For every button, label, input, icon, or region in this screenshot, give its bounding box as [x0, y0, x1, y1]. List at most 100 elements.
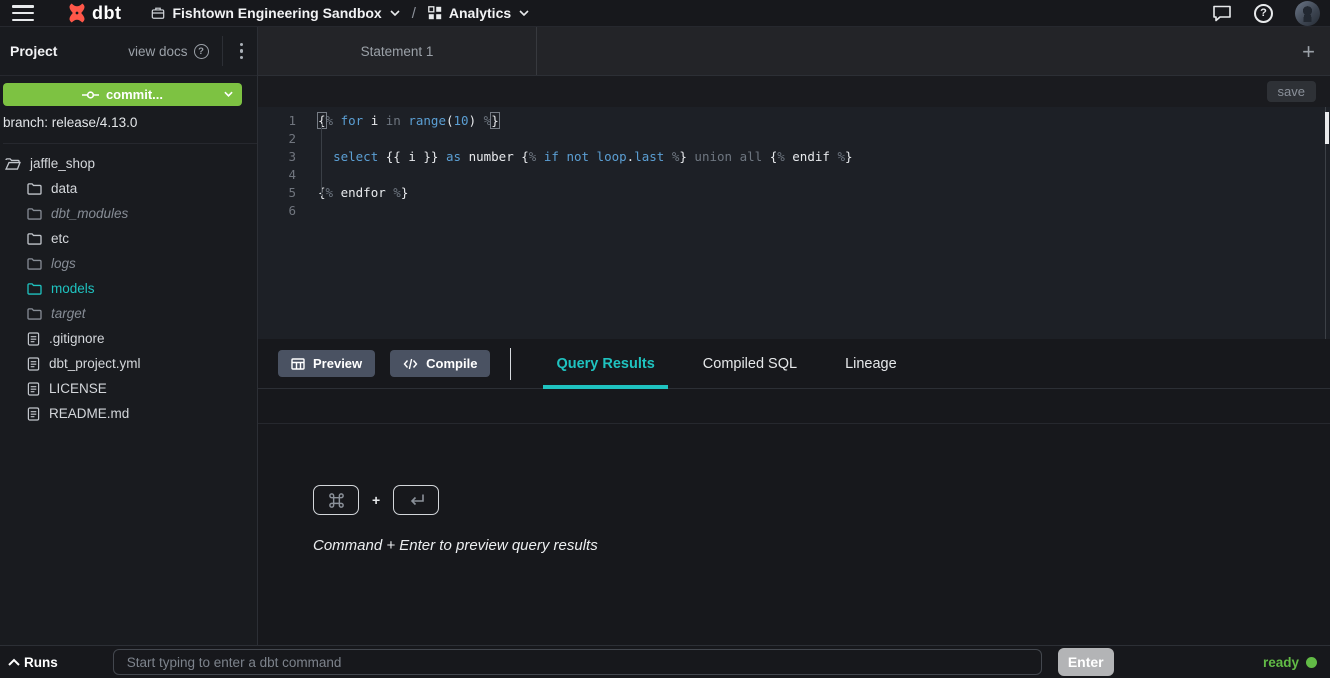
line-number: 2	[258, 130, 296, 148]
folder-icon	[27, 232, 42, 245]
hint-text: Command + Enter to preview query results	[313, 537, 598, 554]
tree-item-readme-md[interactable]: README.md	[0, 401, 257, 426]
code-editor[interactable]: 1{% for i in range(10) %}23 select {{ i …	[258, 107, 1330, 339]
help-icon[interactable]: ?	[1254, 4, 1273, 23]
tree-item-license[interactable]: LICENSE	[0, 376, 257, 401]
logo-wordmark: dbt	[92, 3, 121, 24]
file-icon	[27, 357, 40, 371]
code-line-1[interactable]: 1{% for i in range(10) %}	[258, 112, 1330, 130]
code-text: select {{ i }} as number {% if not loop.…	[296, 148, 853, 166]
line-number: 6	[258, 202, 296, 220]
compile-button[interactable]: Compile	[390, 350, 490, 377]
commit-button[interactable]: commit...	[3, 83, 242, 106]
new-tab-button[interactable]: +	[1296, 27, 1321, 76]
project-switcher[interactable]: Fishtown Engineering Sandbox	[151, 5, 399, 21]
folder-icon	[27, 307, 42, 320]
tree-item-label: logs	[51, 256, 76, 271]
top-bar: dbt Fishtown Engineering Sandbox / Analy…	[0, 0, 1330, 27]
chevron-up-icon	[8, 658, 20, 666]
code-line-3[interactable]: 3 select {{ i }} as number {% if not loo…	[258, 148, 1330, 166]
line-number: 3	[258, 148, 296, 166]
project-switcher-label: Fishtown Engineering Sandbox	[172, 5, 381, 21]
user-avatar[interactable]	[1295, 1, 1320, 26]
scrollbar-thumb[interactable]	[1325, 112, 1329, 144]
status-indicator: ready	[1263, 655, 1317, 670]
app-switcher[interactable]: Analytics	[428, 5, 529, 21]
command-bar: Runs Enter ready	[0, 645, 1330, 678]
tree-item-label: data	[51, 181, 77, 196]
editor-column: Statement 1 + save 1{% for i in range(10…	[258, 27, 1330, 645]
tree-item-label: dbt_modules	[51, 206, 128, 221]
file-tree: jaffle_shopdata dbt_modulesetc logs models t…	[0, 151, 257, 426]
results-tab-lineage[interactable]: Lineage	[843, 339, 899, 389]
tree-item-dbt-modules[interactable]: dbt_modules	[0, 201, 257, 226]
toolbar-divider	[510, 348, 511, 380]
chevron-down-icon	[224, 91, 233, 97]
docs-help-icon: ?	[194, 44, 209, 59]
command-key	[313, 485, 359, 515]
code-text	[296, 130, 318, 148]
tree-item-label: models	[51, 281, 95, 296]
plus-text: +	[372, 492, 380, 508]
folder-icon	[27, 282, 42, 295]
results-tab-query-results[interactable]: Query Results	[554, 339, 656, 389]
chevron-down-icon	[519, 10, 529, 16]
file-icon	[27, 332, 40, 346]
sidebar-header: Project view docs ?	[0, 27, 257, 76]
tree-item-label: jaffle_shop	[30, 156, 95, 171]
hamburger-menu-icon[interactable]	[12, 5, 34, 21]
results-tabs: Query Results Compiled SQL Lineage	[554, 339, 898, 389]
dbt-logo: dbt	[66, 2, 121, 24]
results-toolbar: Preview Compile Query Results Compiled SQ…	[258, 339, 1330, 389]
status-dot	[1306, 657, 1317, 668]
tree-item--gitignore[interactable]: .gitignore	[0, 326, 257, 351]
tree-item-label: LICENSE	[49, 381, 107, 396]
line-number: 5	[258, 184, 296, 202]
folder-icon	[27, 207, 42, 220]
results-panel: + Command + Enter to preview query resul…	[258, 389, 1330, 645]
preview-hint: + Command + Enter to preview query resul…	[313, 485, 598, 554]
tree-item-label: .gitignore	[49, 331, 105, 346]
editor-scrollbar[interactable]	[1325, 107, 1330, 339]
code-line-5[interactable]: 5{% endfor %}	[258, 184, 1330, 202]
panel-divider	[258, 423, 1330, 424]
table-icon	[291, 358, 305, 370]
view-docs-link[interactable]: view docs ?	[128, 44, 208, 59]
code-text: {% for i in range(10) %}	[296, 112, 499, 130]
save-button[interactable]: save	[1267, 81, 1316, 102]
main-area: Project view docs ? commit... branch: re…	[0, 27, 1330, 645]
code-line-2[interactable]: 2	[258, 130, 1330, 148]
results-tab-compiled-sql[interactable]: Compiled SQL	[701, 339, 799, 389]
git-commit-icon	[82, 89, 99, 101]
preview-button[interactable]: Preview	[278, 350, 375, 377]
dbt-command-input[interactable]	[113, 649, 1042, 675]
code-line-6[interactable]: 6	[258, 202, 1330, 220]
tree-item-label: target	[51, 306, 86, 321]
indent-guide	[321, 124, 322, 196]
tree-item-jaffle-shop[interactable]: jaffle_shop	[0, 151, 257, 176]
dbt-cloud-ide: dbt Fishtown Engineering Sandbox / Analy…	[0, 0, 1330, 678]
status-text: ready	[1263, 655, 1299, 670]
runs-toggle[interactable]: Runs	[8, 655, 58, 670]
code-text	[296, 166, 318, 184]
topbar-right-actions: ?	[1212, 1, 1320, 26]
tree-item-label: README.md	[49, 406, 129, 421]
file-explorer-sidebar: Project view docs ? commit... branch: re…	[0, 27, 258, 645]
kebab-menu-icon[interactable]	[234, 39, 250, 64]
tab-statement-1[interactable]: Statement 1	[258, 27, 537, 75]
editor-toolbar: save	[258, 76, 1330, 107]
code-text	[296, 202, 318, 220]
code-icon	[403, 358, 418, 370]
tree-item-dbt-project-yml[interactable]: dbt_project.yml	[0, 351, 257, 376]
enter-button[interactable]: Enter	[1058, 648, 1114, 676]
tree-item-target[interactable]: target	[0, 301, 257, 326]
return-icon	[406, 493, 426, 507]
tree-item-data[interactable]: data	[0, 176, 257, 201]
editor-tab-bar: Statement 1 +	[258, 27, 1330, 76]
folder-open-icon	[5, 157, 21, 170]
tree-item-logs[interactable]: logs	[0, 251, 257, 276]
tree-item-etc[interactable]: etc	[0, 226, 257, 251]
code-line-4[interactable]: 4	[258, 166, 1330, 184]
tree-item-models[interactable]: models	[0, 276, 257, 301]
feedback-chat-icon[interactable]	[1212, 4, 1232, 22]
